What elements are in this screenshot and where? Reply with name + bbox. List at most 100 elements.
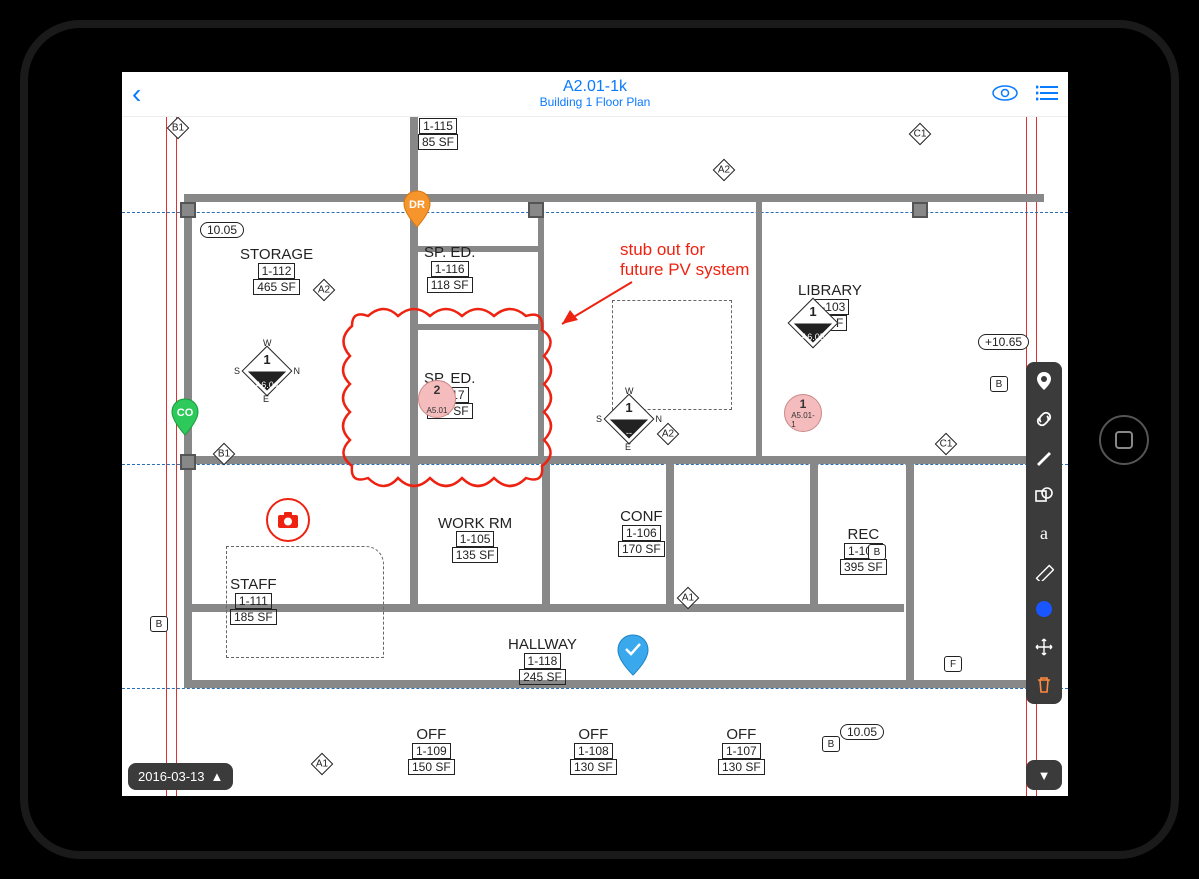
room-name: SP. ED. bbox=[424, 244, 475, 261]
room-label: OFF 1-107 130 SF bbox=[718, 726, 765, 775]
room-label: SP. ED. 1-116 118 SF bbox=[424, 244, 475, 293]
wall bbox=[810, 456, 818, 612]
room-sf: 130 SF bbox=[718, 759, 765, 775]
room-id: 1-107 bbox=[722, 743, 761, 759]
wall bbox=[184, 456, 1044, 464]
gridline-blue bbox=[122, 688, 1068, 689]
room-label: WORK RM 1-105 135 SF bbox=[438, 516, 512, 563]
tool-delete[interactable] bbox=[1033, 674, 1055, 696]
room-sf: 170 SF bbox=[618, 541, 665, 557]
date-selector[interactable]: 2016-03-13 ▲ bbox=[128, 763, 233, 790]
room-name: OFF bbox=[570, 726, 617, 743]
room-name: OFF bbox=[408, 726, 455, 743]
room-sf: 130 SF bbox=[570, 759, 617, 775]
room-name: STORAGE bbox=[240, 246, 313, 263]
tool-pin[interactable] bbox=[1033, 370, 1055, 392]
section-marker: 1A6.04 W E S N bbox=[244, 348, 290, 394]
grid-ref-hex: B bbox=[150, 616, 168, 632]
grid-ref: A1 bbox=[311, 753, 334, 776]
section-marker: 1-- W E S N bbox=[606, 396, 652, 442]
date-label: 2016-03-13 bbox=[138, 769, 205, 784]
annotation-text[interactable]: stub out for future PV system bbox=[620, 240, 749, 281]
elevation-marker: +10.65 bbox=[978, 334, 1029, 350]
gridline-red bbox=[176, 116, 177, 796]
room-name: OFF bbox=[718, 726, 765, 743]
room-label: 1-115 85 SF bbox=[418, 118, 458, 150]
room-sf: 135 SF bbox=[452, 547, 499, 563]
room-name: WORK RM bbox=[438, 516, 512, 531]
top-bar: ‹ A2.01-1k Building 1 Floor Plan bbox=[122, 72, 1068, 117]
column bbox=[180, 454, 196, 470]
room-id: 1-108 bbox=[574, 743, 613, 759]
room-id: 1-115 bbox=[419, 118, 457, 134]
pin-orange[interactable]: DR bbox=[402, 190, 432, 228]
cloud-markup[interactable] bbox=[332, 306, 562, 490]
elevation-marker: 10.05 bbox=[200, 222, 244, 238]
room-label: CONF 1-106 170 SF bbox=[618, 508, 665, 557]
floorplan-canvas[interactable]: 1-115 85 SF STORAGE 1-112 465 SF SP. ED.… bbox=[122, 116, 1068, 796]
tool-text[interactable]: a bbox=[1033, 522, 1055, 544]
room-name: LIBRARY bbox=[798, 282, 862, 299]
room-sf: 395 SF bbox=[840, 559, 887, 575]
layers-icon[interactable] bbox=[992, 84, 1018, 102]
room-id: 1-106 bbox=[622, 525, 661, 541]
grid-ref-hex: F bbox=[944, 656, 962, 672]
room-label: HALLWAY 1-118 245 SF bbox=[508, 636, 577, 685]
column bbox=[912, 202, 928, 218]
tool-draw[interactable] bbox=[1033, 446, 1055, 468]
room-id: 1-109 bbox=[412, 743, 451, 759]
tool-measure[interactable] bbox=[1033, 560, 1055, 582]
room-id: 1-111 bbox=[235, 593, 272, 609]
room-sf: 150 SF bbox=[408, 759, 455, 775]
grid-ref-hex: B bbox=[990, 376, 1008, 392]
column bbox=[528, 202, 544, 218]
wall bbox=[906, 456, 914, 686]
title-line2: Building 1 Floor Plan bbox=[540, 96, 651, 110]
list-icon[interactable] bbox=[1036, 85, 1058, 101]
section-marker: 1A6.05 bbox=[790, 300, 836, 346]
room-sf: 185 SF bbox=[230, 609, 277, 625]
room-id: 1-105 bbox=[456, 531, 495, 547]
wall bbox=[666, 456, 674, 612]
ipad-home-button[interactable] bbox=[1099, 415, 1149, 465]
grid-ref-hex: B bbox=[822, 736, 840, 752]
grid-ref: A2 bbox=[313, 279, 336, 302]
toolbar-expand[interactable]: ▼ bbox=[1026, 760, 1062, 790]
camera-marker[interactable] bbox=[266, 498, 310, 542]
elevation-marker: 10.05 bbox=[840, 724, 884, 740]
tool-move[interactable] bbox=[1033, 636, 1055, 658]
room-label: STORAGE 1-112 465 SF bbox=[240, 246, 313, 295]
tool-link[interactable] bbox=[1033, 408, 1055, 430]
room-id: 1-116 bbox=[431, 261, 469, 277]
room-label: STAFF 1-111 185 SF bbox=[230, 576, 277, 625]
room-name: REC bbox=[840, 526, 887, 543]
wall bbox=[756, 194, 762, 460]
wall bbox=[184, 194, 1044, 202]
room-sf: 465 SF bbox=[253, 279, 300, 295]
gridline-blue bbox=[122, 464, 1068, 465]
pin-blue[interactable] bbox=[616, 634, 646, 672]
room-name: HALLWAY bbox=[508, 636, 577, 653]
markup-dot[interactable]: 1 A5.01-1 bbox=[784, 394, 822, 432]
grid-ref: A2 bbox=[657, 423, 680, 446]
room-name: STAFF bbox=[230, 576, 277, 593]
grid-ref: C1 bbox=[909, 123, 932, 146]
room-label: OFF 1-109 150 SF bbox=[408, 726, 455, 775]
grid-ref: A2 bbox=[713, 159, 736, 182]
wall bbox=[184, 194, 192, 688]
gridline-red bbox=[166, 116, 167, 796]
tool-shape[interactable] bbox=[1033, 484, 1055, 506]
back-button[interactable]: ‹ bbox=[132, 80, 141, 108]
column bbox=[180, 202, 196, 218]
annotation-arrow bbox=[548, 276, 638, 336]
title-line1: A2.01-1k bbox=[540, 78, 651, 96]
room-id: 1-112 bbox=[258, 263, 296, 279]
chevron-up-icon: ▲ bbox=[211, 769, 224, 784]
app-screen: ‹ A2.01-1k Building 1 Floor Plan bbox=[122, 72, 1068, 796]
pin-green[interactable]: CO bbox=[170, 398, 200, 436]
tool-color[interactable] bbox=[1033, 598, 1055, 620]
room-sf: 118 SF bbox=[427, 277, 473, 293]
grid-ref-hex: B bbox=[868, 544, 886, 560]
markup-toolbar: a bbox=[1026, 362, 1062, 704]
wall bbox=[184, 680, 1044, 688]
